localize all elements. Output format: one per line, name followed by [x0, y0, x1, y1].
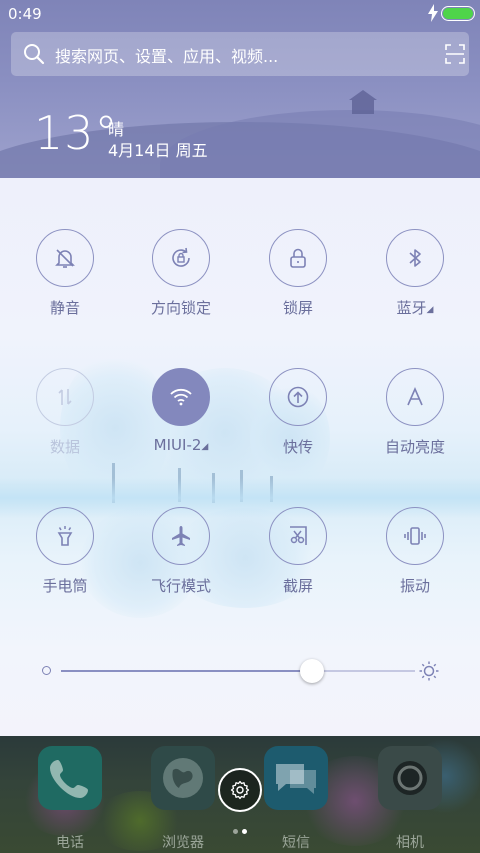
- charging-icon: [428, 4, 438, 22]
- gear-icon: [230, 780, 250, 800]
- brightness-low-icon: [42, 666, 51, 675]
- vibrate-icon: [404, 527, 426, 545]
- airplane-icon: [172, 526, 190, 546]
- toggle-label: 截屏: [282, 577, 313, 595]
- toggle-lock-screen[interactable]: 锁屏: [243, 229, 353, 329]
- toggle-label: MIUI-2◢: [153, 436, 209, 454]
- toggle-silent-button[interactable]: [36, 229, 94, 287]
- wifi-icon: [170, 388, 192, 406]
- toggle-label: 蓝牙◢: [396, 299, 434, 317]
- auto-brightness-icon: [407, 387, 423, 406]
- toggle-screenshot-button[interactable]: [269, 507, 327, 565]
- toggle-label: 锁屏: [282, 299, 313, 317]
- battery-icon: [441, 6, 475, 21]
- search-icon: [24, 44, 45, 65]
- screenshot-icon: [290, 526, 307, 545]
- toggle-rotation-lock-button[interactable]: [152, 229, 210, 287]
- toggle-label: 飞行模式: [150, 577, 211, 595]
- toggle-label: 方向锁定: [150, 299, 211, 317]
- toggle-mobile-data-button[interactable]: [36, 368, 94, 426]
- lock-icon: [290, 248, 306, 268]
- toggle-label: 手电筒: [42, 577, 88, 595]
- browser-icon: [151, 746, 215, 810]
- header-hill-decoration: [160, 110, 480, 178]
- dock-app-label: 浏览器: [162, 835, 204, 851]
- toggle-vibrate-button[interactable]: [386, 507, 444, 565]
- brightness-high-icon: [419, 661, 439, 681]
- dock-app-camera[interactable]: 相机: [378, 746, 442, 851]
- brightness-slider-thumb[interactable]: [300, 659, 325, 683]
- page-dot-active: [242, 829, 247, 834]
- status-bar: 0:49: [0, 0, 480, 28]
- toggle-silent[interactable]: 静音: [10, 229, 120, 329]
- dock-app-phone[interactable]: 电话: [38, 746, 102, 851]
- quick-transfer-icon: [287, 386, 309, 408]
- search-input[interactable]: 搜索网页、设置、应用、视频...: [55, 43, 278, 67]
- toggle-wifi[interactable]: MIUI-2◢: [126, 368, 236, 468]
- settings-button[interactable]: [218, 768, 262, 812]
- submenu-indicator-icon: ◢: [201, 442, 209, 452]
- toggle-quick-transfer[interactable]: 快传: [243, 368, 353, 468]
- status-time: 0:49: [8, 5, 42, 23]
- dock-app-label: 电话: [56, 835, 84, 851]
- dock-app-label: 短信: [282, 835, 310, 851]
- toggle-vibrate[interactable]: 振动: [360, 507, 470, 607]
- toggle-screenshot[interactable]: 截屏: [243, 507, 353, 607]
- page-indicator: [231, 829, 251, 835]
- mobile-data-icon: [58, 389, 72, 405]
- toggle-quick-transfer-button[interactable]: [269, 368, 327, 426]
- toggle-wifi-button[interactable]: [152, 368, 210, 426]
- submenu-indicator-icon: ◢: [426, 305, 434, 315]
- toggle-label: 快传: [282, 438, 313, 456]
- toggle-airplane-mode-button[interactable]: [152, 507, 210, 565]
- brightness-slider[interactable]: [40, 656, 444, 686]
- bluetooth-icon: [409, 249, 421, 267]
- toggle-label: 静音: [49, 299, 80, 317]
- messages-icon: [264, 746, 328, 810]
- scan-icon[interactable]: [445, 44, 465, 64]
- toggle-mobile-data[interactable]: 数据: [10, 368, 120, 468]
- toggle-flashlight[interactable]: 手电筒: [10, 507, 120, 607]
- brightness-track-filled[interactable]: [61, 670, 313, 672]
- toggle-flashlight-button[interactable]: [36, 507, 94, 565]
- weather-temperature: 13°: [34, 106, 119, 160]
- weather-date: 4月14日 周五: [108, 141, 208, 160]
- dock-app-messages[interactable]: 短信: [264, 746, 328, 851]
- toggle-bluetooth-button[interactable]: [386, 229, 444, 287]
- toggle-auto-brightness[interactable]: 自动亮度: [360, 368, 470, 468]
- toggle-label: 振动: [399, 577, 430, 595]
- home-dock: 电话 浏览器 短信 相机: [0, 736, 480, 853]
- battery-level: [443, 8, 473, 19]
- quick-settings-panel: 静音 方向锁定 锁屏 蓝牙◢ 数据 MIUI-2◢ 快传 自动亮度 手电筒 飞行…: [0, 178, 480, 736]
- phone-icon: [38, 746, 102, 810]
- bell-off-icon: [55, 249, 75, 268]
- toggle-label: 数据: [49, 438, 80, 456]
- toggle-airplane-mode[interactable]: 飞行模式: [126, 507, 236, 607]
- flashlight-icon: [57, 526, 73, 546]
- dock-app-browser[interactable]: 浏览器: [151, 746, 215, 851]
- toggle-bluetooth[interactable]: 蓝牙◢: [360, 229, 470, 329]
- page-dot: [233, 829, 238, 834]
- brightness-track-empty[interactable]: [312, 670, 415, 672]
- camera-icon: [378, 746, 442, 810]
- notification-header: 0:49 搜索网页、设置、应用、视频... 13° 晴 4月14日 周五: [0, 0, 480, 178]
- rotation-lock-icon: [172, 247, 190, 267]
- toggle-auto-brightness-button[interactable]: [386, 368, 444, 426]
- toggle-lock-screen-button[interactable]: [269, 229, 327, 287]
- dock-app-label: 相机: [396, 835, 424, 851]
- toggle-rotation-lock[interactable]: 方向锁定: [126, 229, 236, 329]
- house-decoration: [349, 90, 377, 114]
- search-bar[interactable]: 搜索网页、设置、应用、视频...: [11, 32, 469, 76]
- toggle-label: 自动亮度: [384, 438, 445, 456]
